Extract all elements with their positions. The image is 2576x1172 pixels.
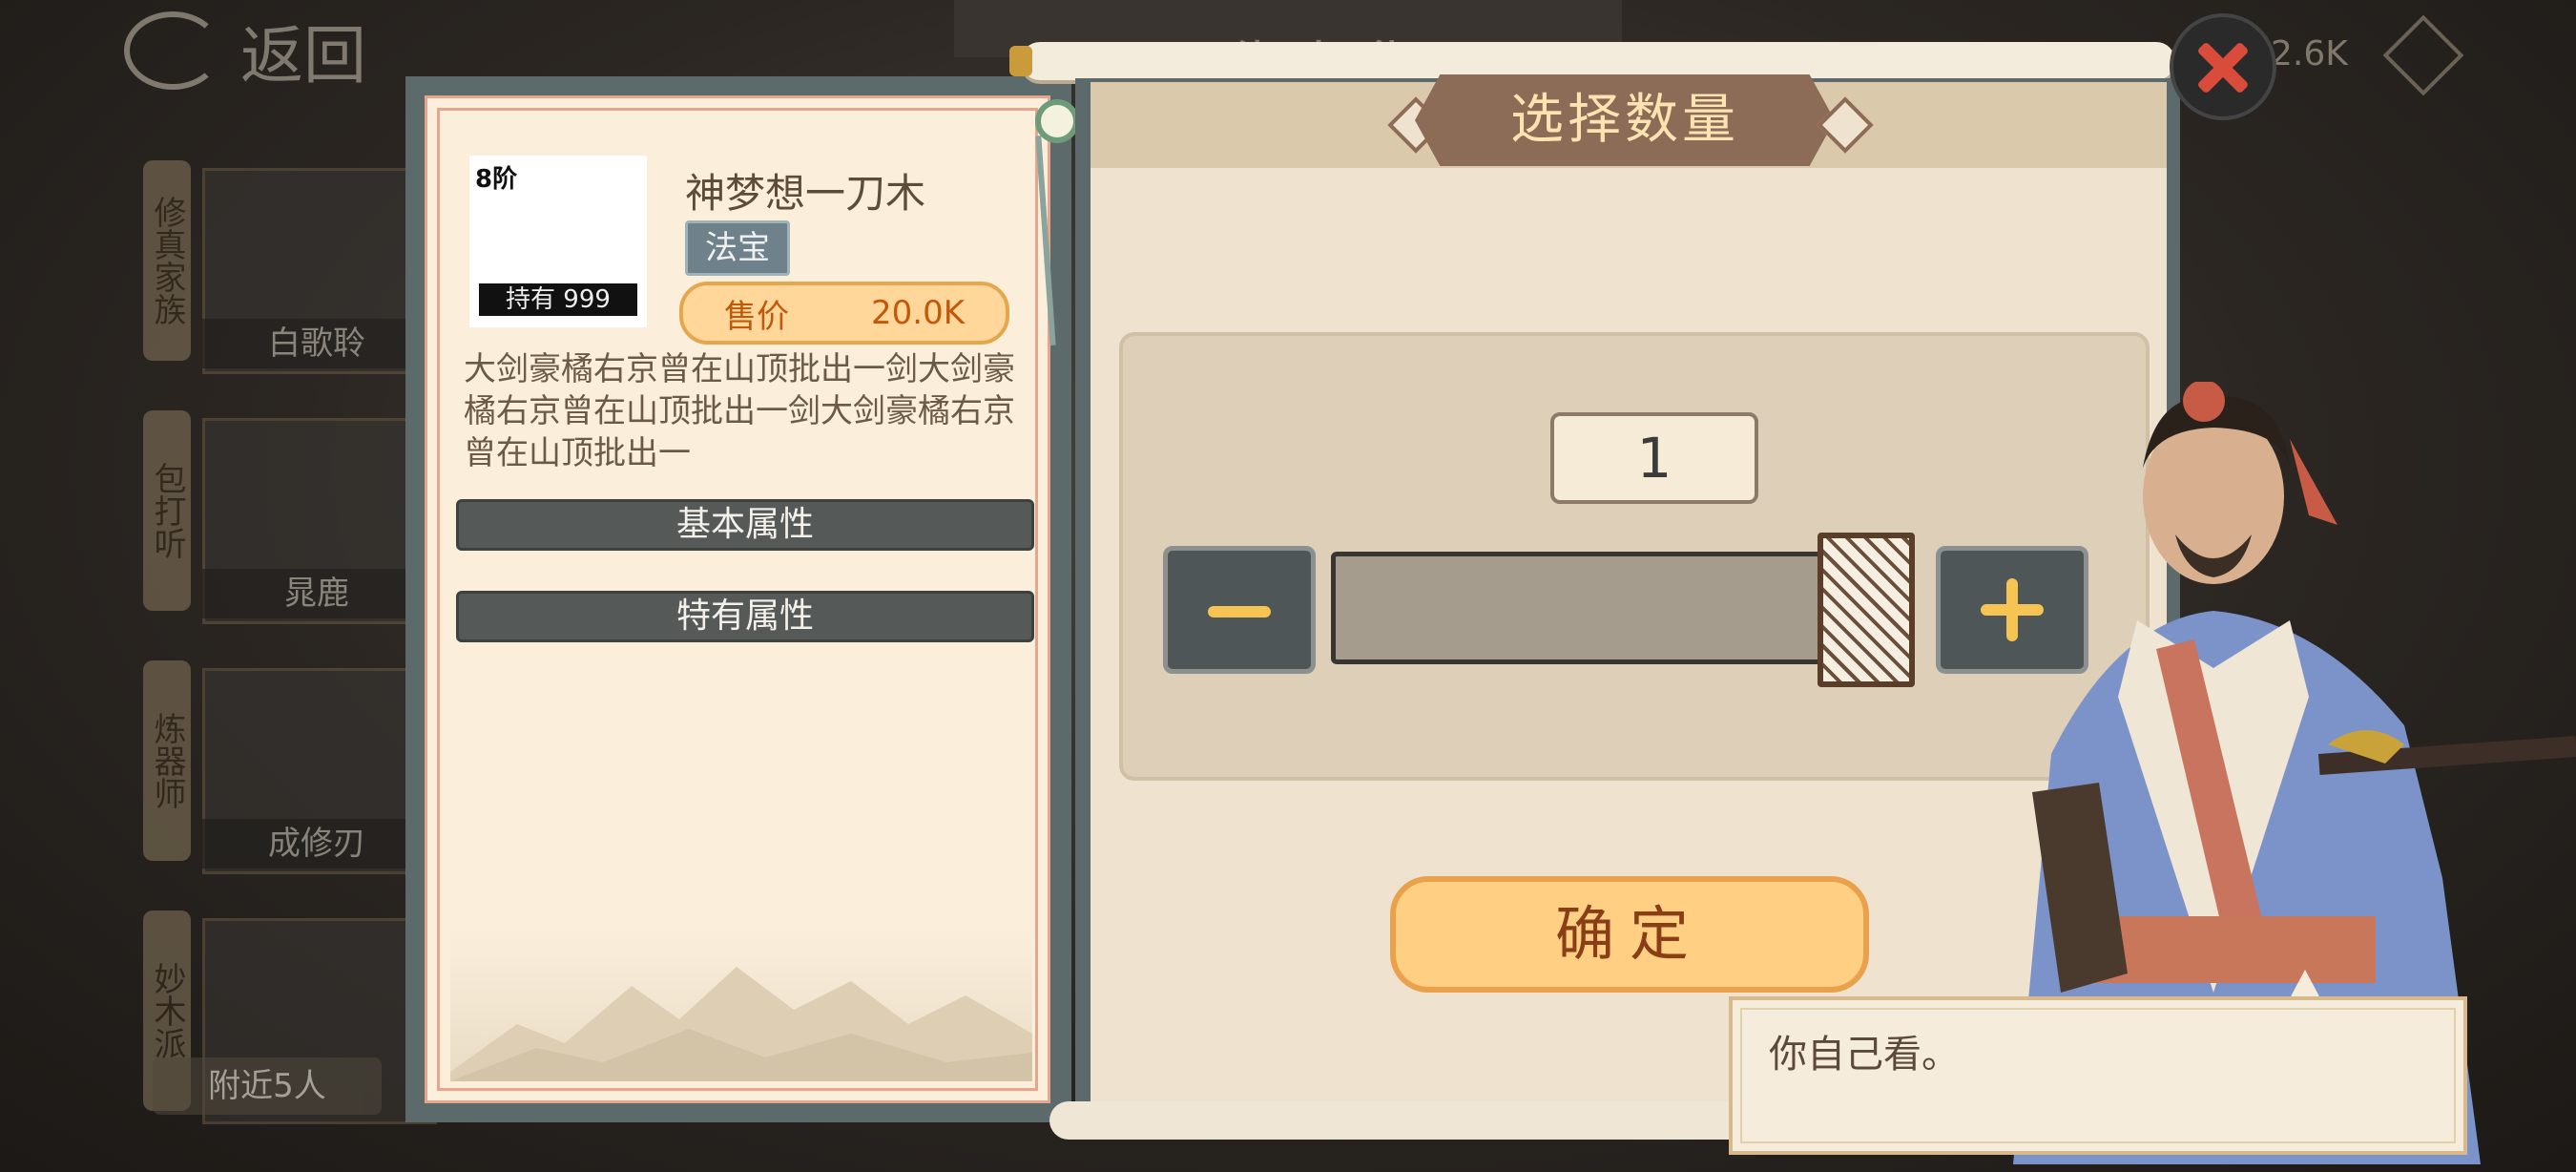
npc-tab: 包打听 [143, 410, 191, 611]
back-label: 返回 [240, 19, 366, 93]
nearby-count[interactable]: 附近5人 [153, 1057, 382, 1115]
npc-name: 晁鹿 [202, 569, 431, 618]
back-button[interactable]: 返回 [124, 8, 366, 94]
scroll-knob [1009, 46, 1032, 76]
quantity-slider-track[interactable] [1331, 552, 1894, 664]
item-name: 神梦想一刀木 [685, 170, 926, 217]
npc-tab: 炼器师 [143, 660, 191, 861]
basic-attributes-header[interactable]: 基本属性 [456, 499, 1034, 551]
quantity-header: 选择数量 [1091, 74, 2167, 168]
item-detail-card: 8阶 持有 999 神梦想一刀木 法宝 售价 20.0K 大剑豪橘右京曾在山顶批… [425, 95, 1050, 1103]
mountain-decoration [450, 929, 1032, 1081]
item-thumbnail: 8阶 持有 999 [469, 156, 647, 327]
minus-icon [1208, 606, 1271, 617]
npc-name: 白歌聆 [202, 319, 431, 368]
confirm-button[interactable]: 确定 [1390, 876, 1869, 993]
npc-list: 修真家族 白歌聆 包打听 晁鹿 炼器师 成修刃 妙木派 [134, 134, 437, 1126]
item-description: 大剑豪橘右京曾在山顶批出一剑大剑豪橘右京曾在山顶批出一剑大剑豪橘右京曾在山顶批出… [464, 350, 1015, 472]
npc-tab: 修真家族 [143, 160, 191, 361]
back-arrow-icon [124, 11, 221, 90]
item-detail-panel: 8阶 持有 999 神梦想一刀木 法宝 售价 20.0K 大剑豪橘右京曾在山顶批… [405, 76, 1079, 1122]
npc-row[interactable]: 炼器师 成修刃 [134, 634, 437, 874]
item-owned-count: 持有 999 [479, 283, 637, 316]
item-tier: 8阶 [475, 165, 518, 194]
special-attributes-header[interactable]: 特有属性 [456, 591, 1034, 642]
item-type-badge: 法宝 [685, 220, 790, 276]
npc-dialog-text: 你自己看。 [1769, 1033, 1960, 1077]
currency-value: 2.6K [2271, 34, 2348, 73]
npc-name: 成修刃 [202, 819, 431, 869]
mountain-icon [450, 967, 1032, 1081]
item-price: 售价 20.0K [679, 282, 1009, 345]
price-value: 20.0K [871, 294, 965, 332]
quantity-title: 选择数量 [1415, 74, 1835, 166]
price-label: 售价 [724, 297, 789, 336]
jade-ornament-icon [1035, 99, 1079, 143]
dialog-pointer [2290, 970, 2320, 998]
npc-row[interactable]: 包打听 晁鹿 [134, 384, 437, 624]
quantity-value[interactable]: 1 [1550, 412, 1758, 504]
close-button[interactable] [2170, 13, 2276, 120]
npc-dialog-box[interactable]: 你自己看。 [1729, 996, 2467, 1155]
npc-row[interactable]: 修真家族 白歌聆 [134, 134, 437, 374]
decrease-button[interactable] [1163, 546, 1316, 674]
